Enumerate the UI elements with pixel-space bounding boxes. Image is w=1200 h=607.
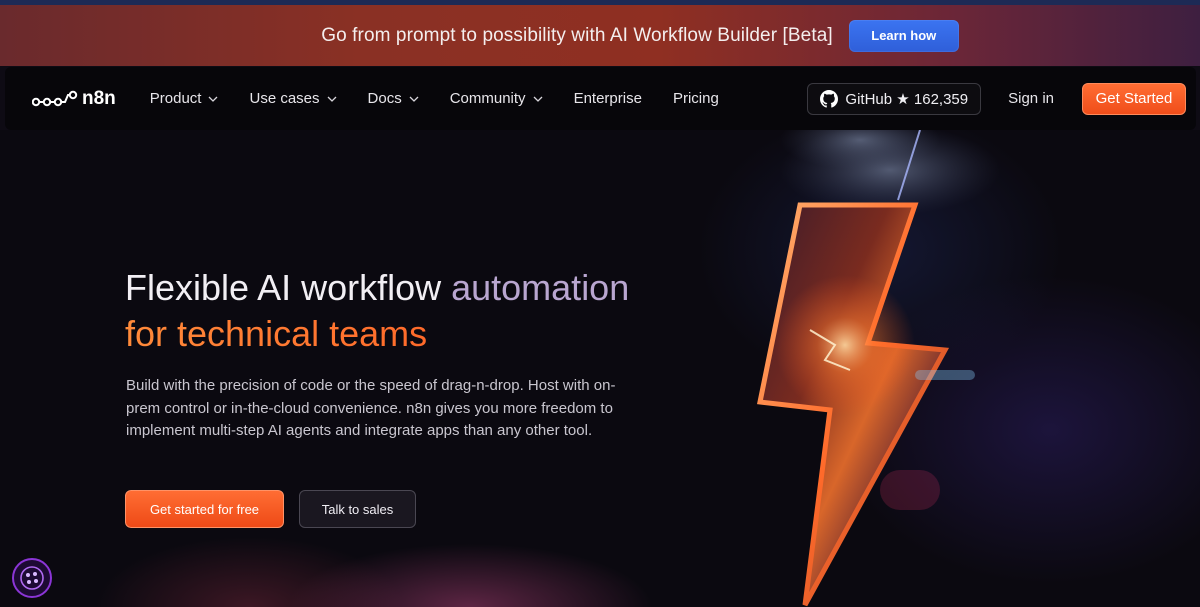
get-started-free-button[interactable]: Get started for free [125,490,284,528]
chevron-down-icon [409,96,419,102]
nav-item-docs[interactable]: Docs [368,90,419,107]
nav-item-label: Enterprise [573,90,642,107]
nav-item-enterprise[interactable]: Enterprise [574,90,642,107]
nav-item-label: Product [149,90,202,107]
nav-actions: GitHub ★ 162,359 Sign in Get Started [807,67,1186,130]
lightning-bolt-graphic [757,130,1000,607]
hero-title-white: Flexible AI workflow [125,267,452,308]
nav-item-product[interactable]: Product [150,90,219,107]
chat-widget-icon [20,566,44,590]
logo-text: n8n [82,87,116,109]
n8n-logo-icon [32,90,78,106]
talk-to-sales-button[interactable]: Talk to sales [299,490,416,528]
get-started-button[interactable]: Get Started [1082,82,1186,115]
github-stars-button[interactable]: GitHub ★ 162,359 [807,82,982,115]
learn-how-button[interactable]: Learn how [848,19,959,52]
nav-item-label: Use cases [249,90,320,107]
github-icon [820,89,839,108]
chevron-down-icon [209,96,218,102]
nav-item-community[interactable]: Community [450,90,543,107]
nav-item-label: Community [449,90,526,107]
nav-item-use-cases[interactable]: Use cases [249,90,336,107]
nav-item-label: Docs [367,90,402,107]
nav-item-label: Pricing [672,90,719,107]
chat-widget-button[interactable] [12,558,52,598]
announcement-banner: Go from prompt to possibility with AI Wo… [0,0,1200,66]
nav-item-pricing[interactable]: Pricing [673,90,719,107]
logo-link[interactable]: n8n [32,88,116,110]
lightning-bolt-illustration [700,130,1200,607]
github-stars-label: GitHub ★ 162,359 [845,90,969,108]
banner-text: Go from prompt to possibility with AI Wo… [321,24,833,46]
hero-title-orange: for technical teams [125,311,629,357]
sign-in-link[interactable]: Sign in [1008,90,1054,107]
chevron-down-icon [327,96,336,102]
hero-section: Flexible AI workflow automation for tech… [0,130,1200,607]
main-nav: n8n Product Use cases Docs Community Ent… [5,67,1196,130]
hero-title-purple: automation [451,267,630,308]
hero-description: Build with the precision of code or the … [126,377,616,439]
hero-title: Flexible AI workflow automation for tech… [125,265,629,357]
nav-menu: Product Use cases Docs Community Enterpr… [150,90,750,107]
chevron-down-icon [533,96,543,102]
